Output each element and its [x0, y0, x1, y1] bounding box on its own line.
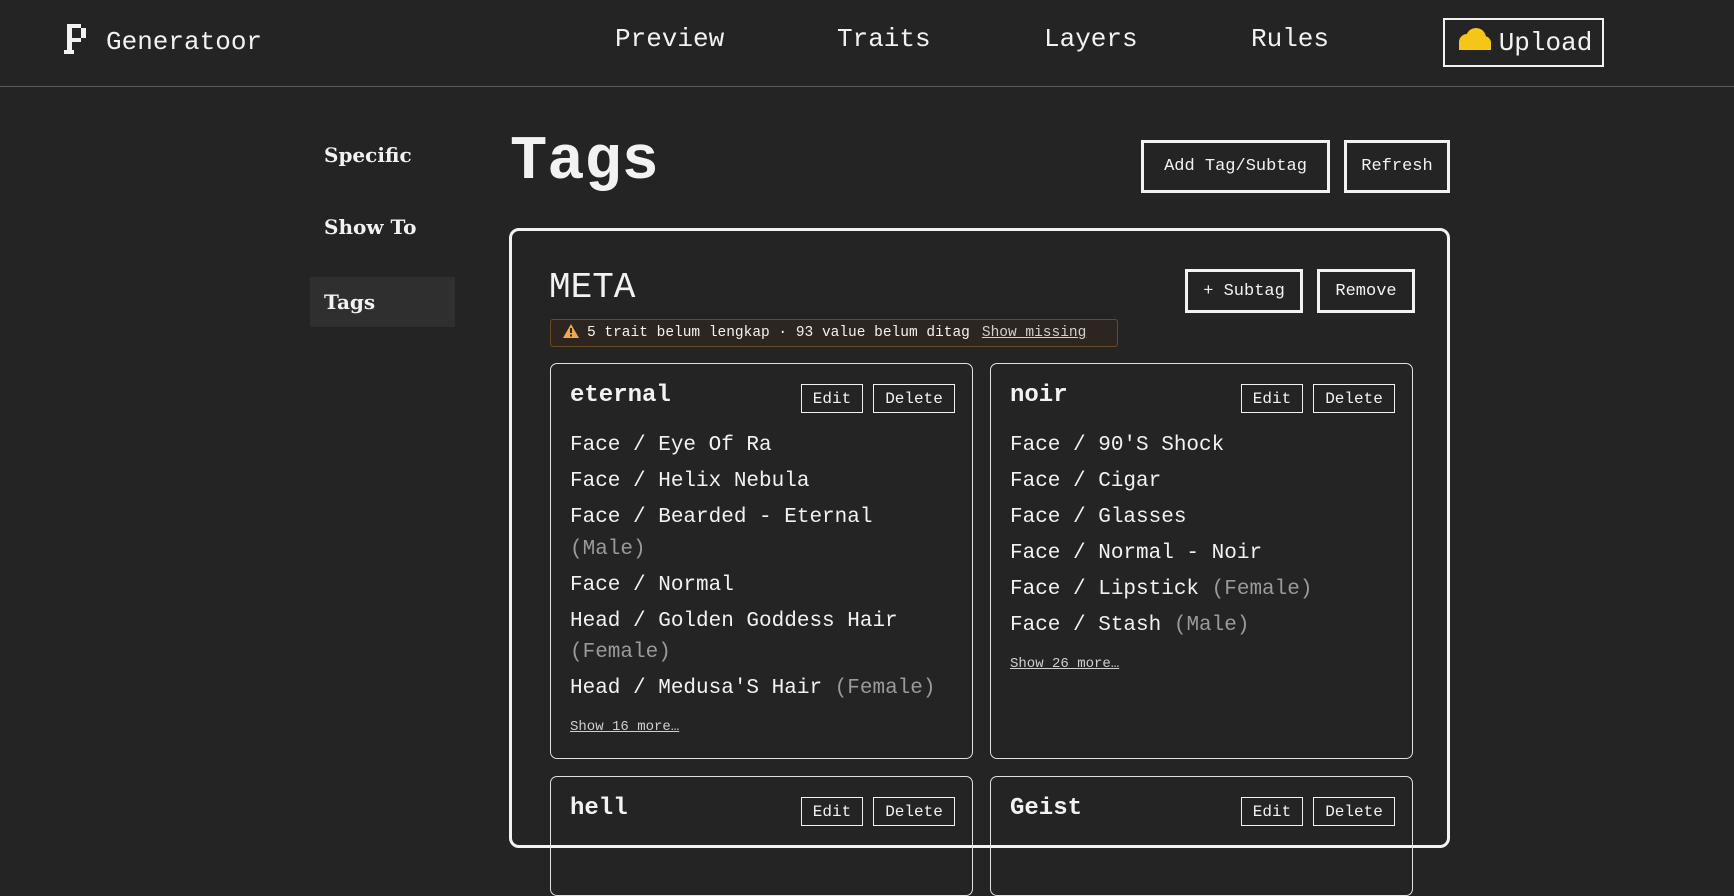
- subtag-card-hell: hell Edit Delete: [550, 776, 973, 896]
- nav-layers[interactable]: Layers: [1044, 24, 1138, 54]
- warning-banner: 5 trait belum lengkap · 93 value belum d…: [550, 319, 1118, 347]
- remove-tag-button[interactable]: Remove: [1317, 269, 1415, 313]
- page-title: Tags: [510, 126, 659, 197]
- subtag-title: hell: [570, 795, 628, 822]
- trait-item: Face / Normal - Noir: [1010, 542, 1263, 565]
- trait-item: Head / Medusa'S Hair (Female): [570, 677, 936, 700]
- add-tag-button[interactable]: Add Tag/Subtag: [1141, 140, 1330, 193]
- sidebar-item-specific[interactable]: Specific: [310, 130, 455, 180]
- brand[interactable]: Generatoor: [64, 22, 262, 61]
- upload-button[interactable]: Upload: [1443, 18, 1604, 67]
- trait-item: Head / Golden Goddess Hair (Female): [570, 609, 898, 665]
- show-more-link[interactable]: Show 26 more…: [1010, 656, 1119, 672]
- delete-button[interactable]: Delete: [1313, 384, 1395, 413]
- edit-button[interactable]: Edit: [1241, 384, 1303, 413]
- trait-item: Face / 90'S Shock: [1010, 434, 1225, 457]
- trait-item: Face / Helix Nebula: [570, 470, 810, 493]
- upload-label: Upload: [1498, 27, 1593, 58]
- subtag-card-noir: noir Edit Delete Face / 90'S Shock Face …: [990, 363, 1413, 759]
- add-subtag-button[interactable]: + Subtag: [1185, 269, 1303, 313]
- trait-list: Face / 90'S Shock Face / Cigar Face / Gl…: [1010, 430, 1400, 646]
- brand-name: Generatoor: [106, 26, 263, 57]
- trait-list: Face / Eye Of Ra Face / Helix Nebula Fac…: [570, 430, 960, 709]
- trait-item: Face / Stash (Male): [1010, 614, 1250, 637]
- subtag-title: eternal: [570, 382, 671, 409]
- sidebar-item-tags[interactable]: Tags: [310, 277, 455, 327]
- tag-panel: META + Subtag Remove 5 trait belum lengk…: [509, 228, 1450, 896]
- subtag-card-geist: Geist Edit Delete: [990, 776, 1413, 896]
- subtag-title: Geist: [1010, 795, 1083, 822]
- nav-preview[interactable]: Preview: [615, 24, 724, 54]
- show-missing-link[interactable]: Show missing: [982, 325, 1086, 341]
- subtag-title: noir: [1010, 382, 1068, 409]
- nav-traits[interactable]: Traits: [837, 24, 931, 54]
- edit-button[interactable]: Edit: [801, 384, 863, 413]
- tag-name: META: [549, 267, 636, 308]
- sidebar-item-show-to[interactable]: Show To: [310, 202, 455, 252]
- logo-icon: [64, 22, 90, 61]
- trait-item: Face / Normal: [570, 573, 734, 597]
- trait-item: Face / Cigar: [1010, 470, 1162, 493]
- delete-button[interactable]: Delete: [873, 384, 955, 413]
- show-more-link[interactable]: Show 16 more…: [570, 719, 679, 735]
- refresh-button[interactable]: Refresh: [1344, 140, 1450, 193]
- trait-item: Face / Bearded - Eternal (Male): [570, 506, 873, 561]
- cloud-icon: [1455, 27, 1491, 59]
- trait-item: Face / Eye Of Ra: [570, 434, 772, 457]
- subtag-card-eternal: eternal Edit Delete Face / Eye Of Ra Fac…: [550, 363, 973, 759]
- top-navbar: Generatoor Preview Traits Layers Rules U…: [0, 0, 1734, 87]
- warning-text: 5 trait belum lengkap · 93 value belum d…: [587, 325, 970, 341]
- warning-icon: [563, 323, 579, 343]
- trait-item: Face / Lipstick (Female): [1010, 578, 1313, 601]
- trait-item: Face / Glasses: [1010, 506, 1187, 529]
- nav-rules[interactable]: Rules: [1251, 24, 1329, 54]
